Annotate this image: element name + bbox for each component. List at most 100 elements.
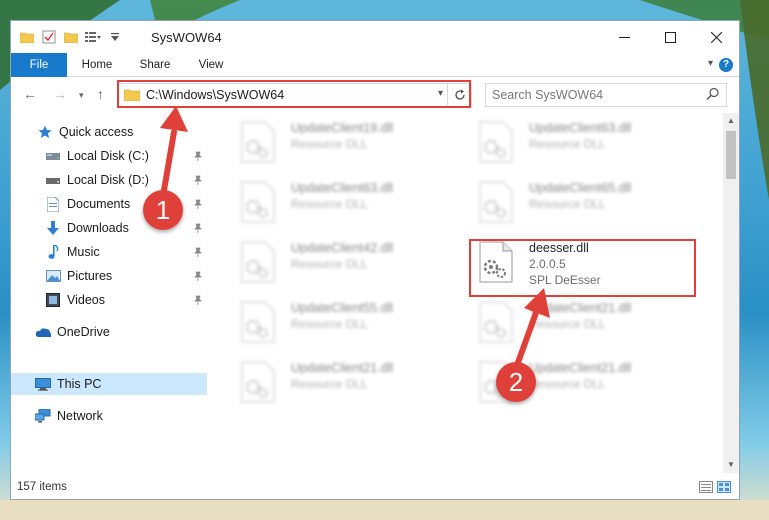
pin-icon[interactable] (193, 246, 203, 260)
sidebar-item-label: OneDrive (57, 325, 110, 339)
sidebar-item-label: Local Disk (D:) (67, 173, 149, 187)
pictures-icon (45, 268, 61, 284)
view-list-icon[interactable] (85, 29, 101, 45)
sidebar-item-label: Local Disk (C:) (67, 149, 149, 163)
sidebar-item-network[interactable]: Network (11, 405, 207, 427)
sidebar-item-music[interactable]: Music (11, 241, 207, 263)
file-tile[interactable]: UpdateClient21.dll Resource DLL (225, 357, 455, 409)
file-name: UpdateClient21.dll (291, 361, 394, 375)
tab-file[interactable]: File (11, 53, 67, 77)
dll-file-icon (241, 301, 275, 343)
refresh-button[interactable] (447, 84, 471, 106)
download-icon (45, 220, 61, 236)
file-description: Resource DLL (529, 197, 606, 211)
pin-icon[interactable] (193, 174, 203, 188)
step-1-badge: 1 (143, 190, 183, 230)
file-description: Resource DLL (291, 137, 368, 151)
file-tile[interactable]: UpdateClient21.dll Resource DLL (463, 297, 693, 349)
quick-access-toolbar (19, 29, 123, 45)
file-description: Resource DLL (291, 377, 368, 391)
up-arrow-icon[interactable]: ↑ (97, 86, 104, 102)
scroll-down-icon[interactable]: ▼ (723, 457, 739, 473)
ribbon-tabs: File Home Share View ▾ ? (11, 53, 739, 77)
dll-file-icon (479, 121, 513, 163)
sidebar-item-label: Downloads (67, 221, 129, 235)
sidebar-item-pictures[interactable]: Pictures (11, 265, 207, 287)
sidebar-item-local-disk-d[interactable]: Local Disk (D:) (11, 169, 207, 191)
file-tile[interactable]: UpdateClient19.dll Resource DLL (225, 117, 455, 169)
maximize-button[interactable] (647, 21, 693, 53)
recent-locations-icon[interactable]: ▾ (79, 90, 84, 101)
help-button[interactable]: ? (719, 58, 733, 72)
file-name: UpdateClient19.dll (291, 121, 394, 135)
file-description: Resource DLL (529, 317, 606, 331)
window-controls (601, 21, 739, 53)
pin-icon[interactable] (193, 150, 203, 164)
file-description: Resource DLL (291, 317, 368, 331)
sidebar-item-label: Pictures (67, 269, 113, 283)
star-icon (37, 124, 53, 140)
pin-icon[interactable] (193, 222, 203, 236)
customize-toolbar-icon[interactable] (107, 29, 123, 45)
cloud-icon (35, 324, 51, 340)
back-arrow-icon[interactable]: ← (23, 86, 37, 102)
forward-arrow-icon[interactable]: → (53, 86, 67, 102)
expand-ribbon-icon[interactable]: ▾ (708, 58, 713, 69)
maximize-icon (664, 31, 676, 43)
vertical-scrollbar[interactable]: ▲ ▼ (723, 113, 739, 473)
file-description: Resource DLL (529, 377, 606, 391)
file-tile[interactable]: UpdateClient55.dll Resource DLL (225, 297, 455, 349)
address-path[interactable]: C:\Windows\SysWOW64 (146, 88, 284, 102)
tab-home[interactable]: Home (69, 53, 125, 77)
sidebar-item-quick-access[interactable]: Quick access (11, 121, 207, 143)
sidebar-item-label: Quick access (59, 125, 134, 139)
dll-file-icon (241, 361, 275, 403)
item-count: 157 items (17, 481, 67, 493)
new-folder-icon[interactable] (63, 29, 79, 45)
large-icons-view-icon[interactable] (717, 481, 731, 493)
close-icon (710, 31, 722, 43)
search-box[interactable] (485, 83, 727, 107)
details-view-icon[interactable] (699, 481, 713, 493)
tab-view[interactable]: View (183, 53, 239, 77)
file-version: 2.0.0.5 (529, 257, 566, 271)
search-icon[interactable] (706, 87, 720, 104)
view-toggles (699, 481, 731, 493)
dll-file-icon (479, 301, 513, 343)
address-dropdown-icon[interactable]: ▾ (438, 88, 443, 99)
navigation-pane: Quick access Local Disk (C:) Local Disk … (11, 113, 207, 473)
file-name: deesser.dll (529, 241, 589, 255)
sidebar-item-this-pc[interactable]: This PC (11, 373, 207, 395)
document-icon (45, 196, 61, 212)
scrollbar-thumb[interactable] (726, 131, 736, 179)
music-icon (45, 244, 61, 260)
file-tile[interactable]: UpdateClient65.dll Resource DLL (463, 177, 693, 229)
file-list: UpdateClient19.dll Resource DLL UpdateCl… (215, 113, 721, 473)
sidebar-item-onedrive[interactable]: OneDrive (11, 321, 207, 343)
properties-icon[interactable] (41, 29, 57, 45)
status-bar: 157 items (11, 477, 739, 499)
address-bar[interactable]: C:\Windows\SysWOW64 ▾ (117, 83, 472, 107)
file-tile[interactable]: UpdateClient63.dll Resource DLL (225, 177, 455, 229)
minimize-button[interactable] (601, 21, 647, 53)
close-button[interactable] (693, 21, 739, 53)
sidebar-item-videos[interactable]: Videos (11, 289, 207, 311)
computer-icon (35, 376, 51, 392)
file-name: UpdateClient63.dll (529, 121, 632, 135)
file-description: Resource DLL (529, 137, 606, 151)
scroll-up-icon[interactable]: ▲ (723, 113, 739, 129)
search-input[interactable] (492, 84, 692, 106)
folder-icon[interactable] (19, 29, 35, 45)
file-tile[interactable]: UpdateClient63.dll Resource DLL (463, 117, 693, 169)
file-tile-deesser[interactable]: deesser.dll 2.0.0.5 SPL DeEsser (463, 237, 693, 289)
dll-file-icon (241, 181, 275, 223)
sidebar-item-label: This PC (57, 377, 102, 391)
dll-file-icon (479, 181, 513, 223)
step-2-badge: 2 (496, 362, 536, 402)
file-tile[interactable]: UpdateClient42.dll Resource DLL (225, 237, 455, 289)
pin-icon[interactable] (193, 270, 203, 284)
sidebar-item-local-disk-c[interactable]: Local Disk (C:) (11, 145, 207, 167)
tab-share[interactable]: Share (127, 53, 183, 77)
pin-icon[interactable] (193, 294, 203, 308)
pin-icon[interactable] (193, 198, 203, 212)
